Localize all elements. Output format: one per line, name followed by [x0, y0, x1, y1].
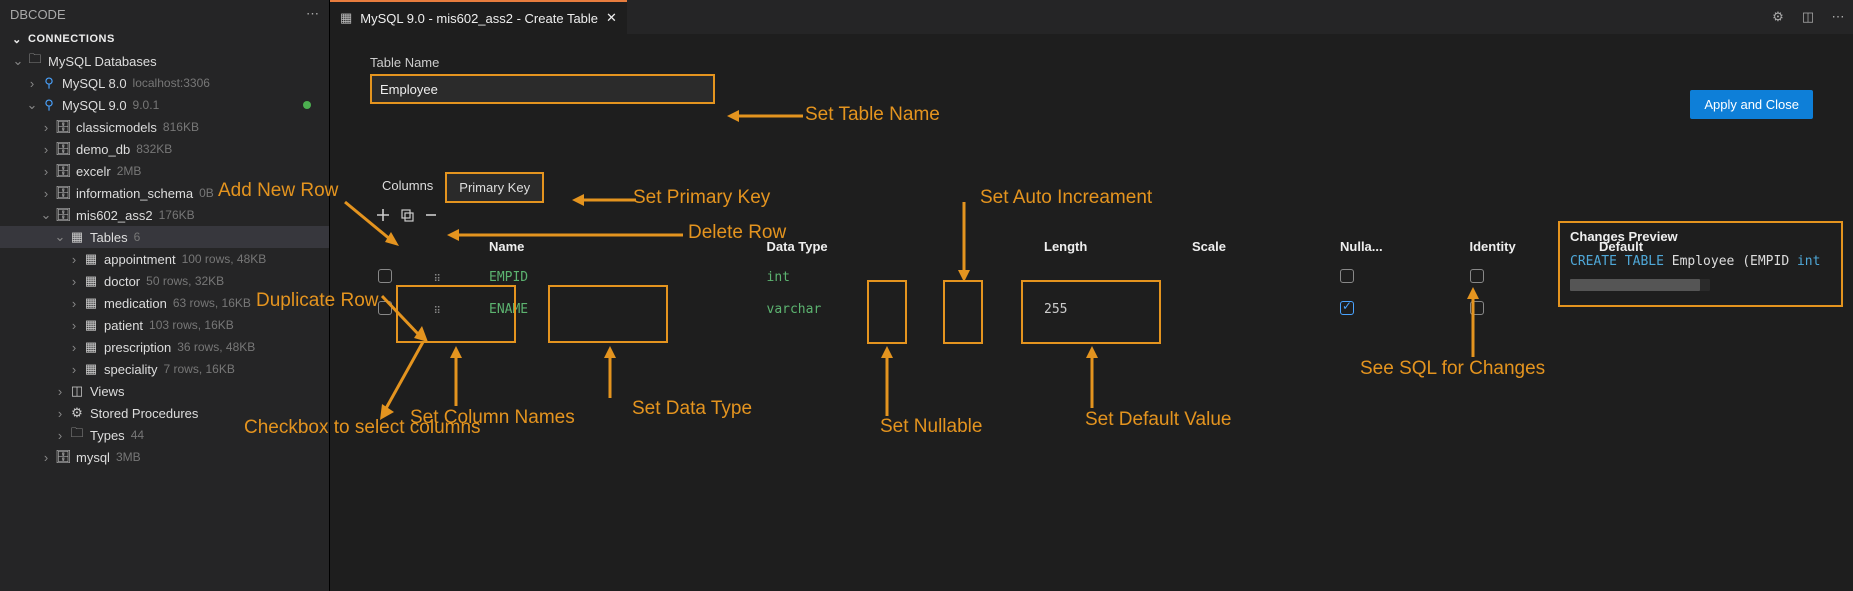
folder-icon: 🗀 [68, 424, 86, 446]
table-icon: ▦ [82, 361, 100, 377]
nullable-checkbox[interactable] [1340, 301, 1354, 315]
db-icon: 🗄 [54, 119, 72, 135]
folder-icon: ◫ [68, 383, 86, 399]
table-node[interactable]: ›▦appointment100 rows, 48KB [0, 248, 329, 270]
folder-icon: ⚙ [68, 405, 86, 421]
views-node[interactable]: ›◫Views [0, 380, 329, 402]
more-icon[interactable]: ⋯ [306, 6, 319, 22]
col-header-name: Name [481, 231, 759, 261]
settings-icon[interactable]: ⚙ [1763, 0, 1793, 34]
plug-icon: ⚲ [40, 75, 58, 91]
db-node[interactable]: ⌄🗄mis602_ass2176KB [0, 204, 329, 226]
table-icon: ▦ [82, 273, 100, 289]
table-tab-icon: ▦ [340, 10, 352, 26]
sidebar: DBCODE ⋯ ⌄CONNECTIONS ⌄🗀 MySQL Databases… [0, 0, 330, 591]
designer-tabs: Columns Primary Key [370, 172, 1813, 203]
editor-tab-bar: ▦ MySQL 9.0 - mis602_ass2 - Create Table… [330, 0, 1853, 35]
table-node[interactable]: ›▦patient103 rows, 16KB [0, 314, 329, 336]
delete-row-icon[interactable] [424, 208, 438, 226]
column-datatype[interactable]: int [767, 270, 790, 285]
drag-handle-icon[interactable]: ⠿ [434, 274, 439, 285]
column-name[interactable]: EMPID [489, 270, 528, 285]
column-length[interactable]: 255 [1044, 302, 1067, 317]
identity-checkbox[interactable] [1470, 301, 1484, 315]
apply-close-button[interactable]: Apply and Close [1690, 90, 1813, 119]
db-icon: 🗄 [54, 185, 72, 201]
connection-mysql80[interactable]: ›⚲ MySQL 8.0 localhost:3306 [0, 72, 329, 94]
column-name[interactable]: ENAME [489, 302, 528, 317]
table-icon: ▦ [82, 317, 100, 333]
tables-node[interactable]: ⌄▦Tables6 [0, 226, 329, 248]
nullable-checkbox[interactable] [1340, 269, 1354, 283]
primary-key-tab[interactable]: Primary Key [445, 172, 544, 203]
procs-node[interactable]: ›⚙Stored Procedures [0, 402, 329, 424]
editor-tab[interactable]: ▦ MySQL 9.0 - mis602_ass2 - Create Table… [330, 0, 627, 34]
duplicate-row-icon[interactable] [400, 208, 414, 226]
table-icon: ▦ [82, 295, 100, 311]
db-node[interactable]: ›🗄information_schema0B [0, 182, 329, 204]
types-node[interactable]: ›🗀Types44 [0, 424, 329, 446]
db-icon: 🗄 [54, 449, 72, 465]
sql-preview: CREATE TABLE Employee (EMPID int [1570, 254, 1831, 269]
more-icon[interactable]: ⋯ [1823, 0, 1853, 34]
drag-handle-icon[interactable]: ⠿ [434, 306, 439, 317]
changes-preview-panel: Changes Preview CREATE TABLE Employee (E… [1558, 221, 1843, 307]
split-icon[interactable]: ◫ [1793, 0, 1823, 34]
db-icon: 🗄 [54, 141, 72, 157]
columns-tab[interactable]: Columns [370, 172, 445, 203]
connection-mysql90[interactable]: ⌄⚲ MySQL 9.0 9.0.1 [0, 94, 329, 116]
table-node[interactable]: ›▦doctor50 rows, 32KB [0, 270, 329, 292]
table-node[interactable]: ›▦prescription36 rows, 48KB [0, 336, 329, 358]
folder-icon: 🗀 [26, 50, 44, 72]
col-header-scale: Scale [1184, 231, 1332, 261]
online-dot-icon [303, 101, 311, 109]
db-node[interactable]: ›🗄excelr2MB [0, 160, 329, 182]
panel-title: DBCODE [10, 7, 66, 22]
plug-icon: ⚲ [40, 97, 58, 113]
connections-header[interactable]: ⌄CONNECTIONS [0, 28, 329, 50]
identity-checkbox[interactable] [1470, 269, 1484, 283]
db-node[interactable]: ›🗄demo_db832KB [0, 138, 329, 160]
table-group-icon: ▦ [68, 229, 86, 245]
close-icon[interactable]: ✕ [606, 10, 617, 26]
add-row-icon[interactable] [376, 208, 390, 226]
table-name-label: Table Name [370, 55, 1813, 70]
table-icon: ▦ [82, 251, 100, 267]
sql-scrollbar[interactable] [1570, 279, 1710, 291]
table-icon: ▦ [82, 339, 100, 355]
db-node[interactable]: ›🗄classicmodels816KB [0, 116, 329, 138]
col-header-length: Length [1036, 231, 1184, 261]
tree-root[interactable]: ⌄🗀 MySQL Databases [0, 50, 329, 72]
column-datatype[interactable]: varchar [767, 302, 822, 317]
table-node[interactable]: ›▦medication63 rows, 16KB [0, 292, 329, 314]
db-icon: 🗄 [54, 163, 72, 179]
table-node[interactable]: ›▦speciality7 rows, 16KB [0, 358, 329, 380]
col-header-nullable: Nulla... [1332, 231, 1462, 261]
row-select-checkbox[interactable] [378, 269, 392, 283]
col-header-datatype: Data Type [759, 231, 1037, 261]
row-select-checkbox[interactable] [378, 301, 392, 315]
changes-preview-title: Changes Preview [1570, 229, 1831, 244]
table-name-input[interactable] [370, 74, 715, 104]
db-icon: 🗄 [54, 207, 72, 223]
last-db[interactable]: ›🗄 mysql 3MB [0, 446, 329, 468]
